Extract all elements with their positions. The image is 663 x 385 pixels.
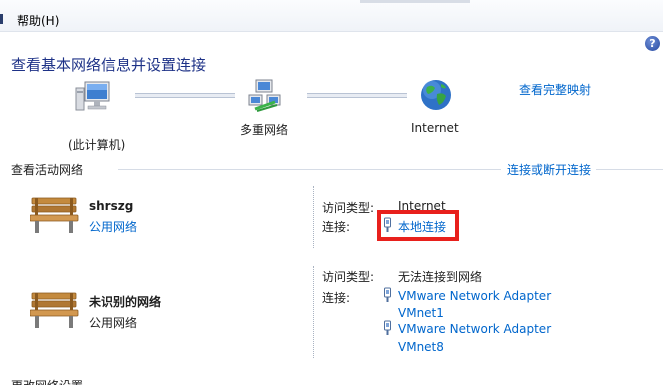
section-rule — [118, 169, 501, 170]
internet-label: Internet — [411, 121, 459, 135]
network-label: 多重网络 — [240, 123, 289, 137]
highlight-box — [377, 210, 459, 241]
active-networks-label: 查看活动网络 — [11, 163, 84, 177]
connection-label: 连接: — [322, 291, 351, 305]
network-type: 公用网络 — [89, 316, 138, 330]
map-line-2 — [307, 93, 407, 98]
section-rule-end — [596, 169, 663, 170]
menu-edge-marker — [0, 14, 3, 24]
vmnet8-link[interactable]: VMware Network Adapter — [398, 322, 551, 336]
ethernet-icon — [383, 287, 392, 303]
access-type-label: 访问类型: — [322, 201, 375, 215]
vmnet8-link[interactable]: VMnet8 — [398, 340, 444, 354]
network-type-link[interactable]: 公用网络 — [89, 218, 137, 235]
connect-disconnect-link[interactable]: 连接或断开连接 — [507, 161, 591, 178]
vmnet1-link[interactable]: VMware Network Adapter — [398, 289, 551, 303]
connection-label: 连接: — [322, 220, 351, 234]
page-title: 查看基本网络信息并设置连接 — [11, 56, 207, 74]
access-type-label: 访问类型: — [322, 270, 375, 284]
network-name: 未识别的网络 — [89, 295, 162, 309]
map-line-1 — [135, 93, 235, 98]
internet-globe-icon[interactable] — [419, 78, 453, 112]
multiple-networks-icon[interactable] — [247, 78, 283, 114]
network-divider — [313, 186, 315, 248]
network-divider — [313, 266, 315, 358]
menu-help[interactable]: 帮助(H) — [17, 12, 59, 29]
change-settings-section: 更改网络设置 — [11, 377, 111, 385]
computer-icon[interactable] — [75, 78, 111, 114]
vmnet1-link[interactable]: VMnet1 — [398, 306, 444, 320]
menu-bar-edge — [360, 0, 470, 3]
menu-bar: 帮助(H) — [0, 0, 663, 32]
bench-icon — [29, 196, 80, 234]
bench-icon — [29, 291, 80, 329]
network-name: shrszg — [89, 199, 134, 213]
access-type-value: 无法连接到网络 — [398, 270, 483, 284]
view-full-map-link[interactable]: 查看完整映射 — [519, 81, 591, 98]
help-icon[interactable]: ? — [645, 36, 660, 51]
change-settings-label: 更改网络设置 — [11, 377, 83, 385]
computer-label: (此计算机) — [68, 138, 126, 152]
ethernet-icon — [383, 320, 392, 336]
